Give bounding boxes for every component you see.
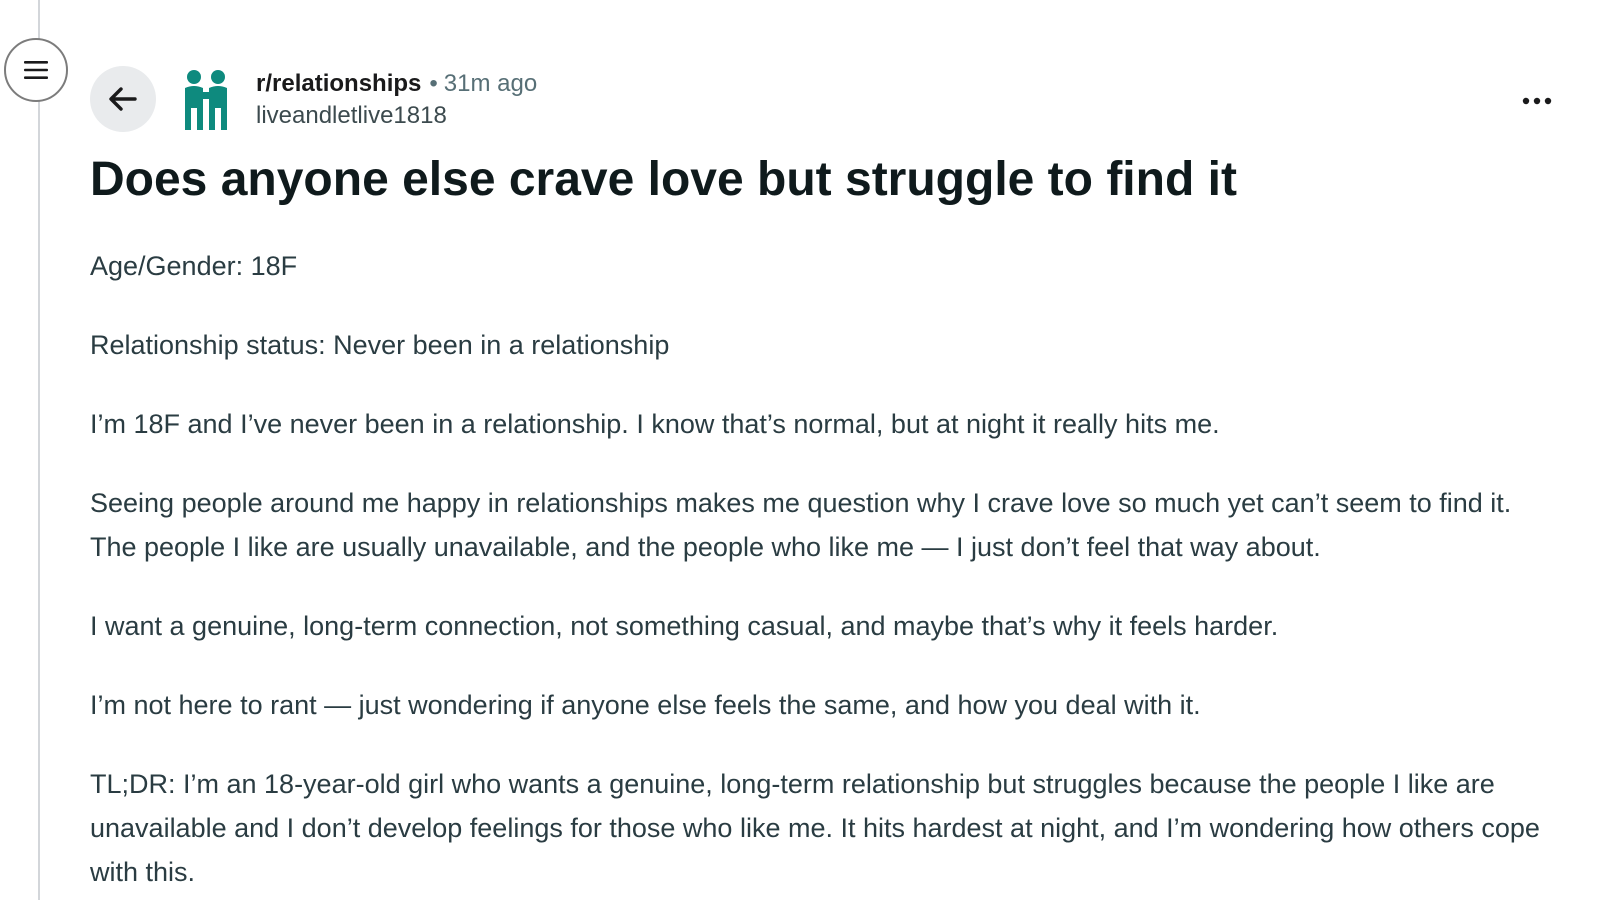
subreddit-link[interactable]: r/relationships bbox=[256, 70, 421, 97]
post-paragraph: I’m 18F and I’ve never been in a relatio… bbox=[90, 409, 1220, 439]
post-time: 31m ago bbox=[443, 70, 538, 97]
post-paragraph: Relationship status: Never been in a rel… bbox=[90, 330, 670, 360]
post-paragraph: I want a genuine, long-term connection, … bbox=[90, 611, 1279, 641]
post-meta-line: r/relationships • 31m ago bbox=[256, 68, 537, 100]
arrow-left-icon bbox=[109, 87, 137, 111]
post-paragraph: I’m not here to rant — just wondering if… bbox=[90, 690, 1201, 720]
meta-separator: • bbox=[429, 70, 438, 97]
post-title: Does anyone else crave love but struggle… bbox=[90, 153, 1237, 206]
post-paragraph: Seeing people around me happy in relatio… bbox=[90, 488, 1512, 562]
back-button[interactable] bbox=[90, 66, 156, 132]
post-page: r/relationships • 31m ago liveandletlive18… bbox=[0, 0, 1600, 900]
left-sidebar-border bbox=[38, 0, 40, 900]
relationships-community-icon[interactable] bbox=[180, 68, 232, 132]
post-paragraph: Age/Gender: 18F bbox=[90, 251, 298, 281]
author-link[interactable]: liveandletlive1818 bbox=[256, 100, 537, 132]
post-meta: r/relationships • 31m ago liveandletlive18… bbox=[256, 68, 537, 132]
post-paragraph: TL;DR: I’m an 18-year-old girl who wants… bbox=[90, 769, 1540, 887]
menu-toggle-button[interactable] bbox=[4, 38, 68, 102]
post-body: Age/Gender: 18F Relationship status: Nev… bbox=[90, 244, 1560, 900]
more-options-icon bbox=[1522, 97, 1552, 105]
hamburger-menu-icon bbox=[24, 61, 48, 79]
more-options-button[interactable] bbox=[1516, 80, 1558, 122]
